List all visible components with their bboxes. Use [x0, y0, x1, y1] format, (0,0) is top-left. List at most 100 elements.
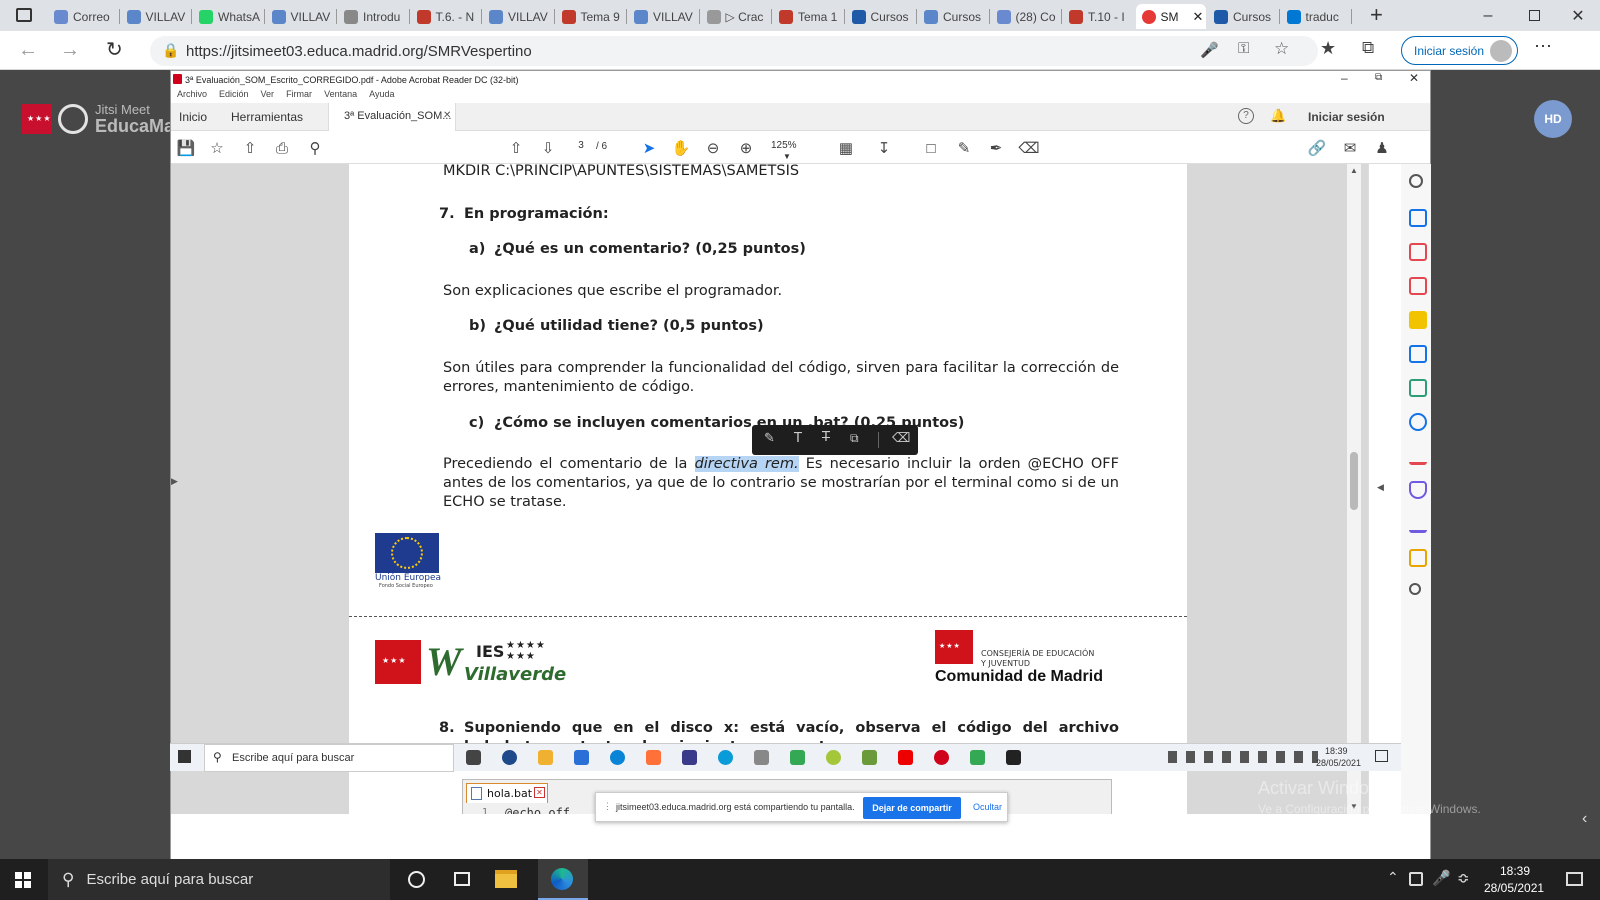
document-viewport[interactable]: ▶ MKDIR C:\PRINCIP\APUNTES\SISTEMAS\SAME… [171, 164, 1368, 814]
acrobat-menu-item[interactable]: Ventana [324, 89, 357, 102]
restore-button[interactable] [1511, 0, 1557, 31]
add-favorite-icon[interactable]: ☆ [1274, 39, 1289, 59]
browser-tab[interactable]: VILLAV [121, 4, 192, 29]
browser-tab[interactable]: ▷ Crac [701, 4, 772, 29]
browser-tab[interactable]: traduc [1281, 4, 1352, 29]
browser-tab[interactable]: Tema 1 [773, 4, 844, 29]
print-icon[interactable]: ⎙ [273, 139, 291, 157]
combine-files-icon[interactable] [1409, 345, 1427, 363]
inner-taskbar-app-icon[interactable] [538, 750, 553, 765]
fill-sign-icon[interactable] [1409, 447, 1427, 465]
tray-device-icon[interactable] [1409, 872, 1423, 886]
inner-taskbar-app-icon[interactable] [934, 750, 949, 765]
next-page-icon[interactable]: ⇩ [539, 139, 557, 157]
acrobat-menu-item[interactable]: Ver [261, 89, 275, 102]
save-icon[interactable]: 💾 [177, 139, 196, 157]
tab-document[interactable]: 3ª Evaluación_SOM... ✕ [328, 103, 456, 131]
inner-taskbar-app-icon[interactable] [682, 750, 697, 765]
tab-close-icon[interactable]: ✕ [1193, 9, 1204, 25]
scroll-thumb[interactable] [1350, 452, 1358, 510]
inner-search-box[interactable]: ⚲ Escribe aquí para buscar [204, 744, 454, 772]
browser-tab[interactable]: VILLAV [266, 4, 337, 29]
browser-tab[interactable]: Tema 9 [556, 4, 627, 29]
tab-tools[interactable]: Herramientas [231, 110, 303, 124]
taskbar-clock-time[interactable]: 18:39 [1500, 864, 1530, 878]
scroll-up-icon[interactable]: ▲ [1350, 166, 1358, 175]
lock-icon[interactable]: 🔒 [162, 42, 179, 59]
edit-pdf-icon[interactable] [1409, 379, 1427, 397]
inner-taskbar-app-icon[interactable] [754, 750, 769, 765]
browser-tab[interactable]: Cursos [918, 4, 989, 29]
text-icon[interactable]: T [794, 431, 802, 446]
send-review-icon[interactable] [1409, 549, 1427, 567]
zoom-out-icon[interactable]: ⊖ [704, 139, 722, 157]
browser-tab[interactable]: Correo [48, 4, 119, 29]
bookmark-star-icon[interactable]: ☆ [208, 139, 226, 157]
more-tools-icon[interactable]: ⌫ [892, 431, 910, 446]
drag-handle-icon[interactable]: ⋮ [603, 801, 612, 812]
prev-page-icon[interactable]: ⇧ [507, 139, 525, 157]
select-cursor-icon[interactable]: ➤ [640, 139, 658, 157]
selected-text[interactable]: directiva rem. [694, 456, 799, 472]
scan-ocr-icon[interactable] [1409, 413, 1427, 431]
mail-icon[interactable]: ✉ [1341, 139, 1359, 157]
browser-tab[interactable]: VILLAV [483, 4, 554, 29]
inner-start-icon[interactable] [178, 750, 191, 763]
acrobat-menu-item[interactable]: Firmar [286, 89, 312, 102]
sign-icon[interactable]: ✒ [987, 139, 1005, 157]
acrobat-signin[interactable]: Iniciar sesión [1308, 110, 1385, 124]
comment-tool-icon[interactable] [1409, 311, 1427, 329]
organize-pages-icon[interactable] [1409, 243, 1427, 261]
help-icon[interactable]: ? [1238, 108, 1254, 124]
acrobat-menu-item[interactable]: Edición [219, 89, 249, 102]
comment-icon[interactable]: □ [922, 139, 940, 157]
zoom-tool-icon[interactable] [1409, 174, 1423, 188]
inner-taskbar-app-icon[interactable] [898, 750, 913, 765]
left-panel-toggle-icon[interactable]: ▶ [171, 476, 178, 487]
filmstrip-toggle-icon[interactable]: ‹ [1582, 810, 1587, 828]
cortana-icon[interactable] [408, 871, 425, 888]
close-window-button[interactable]: ✕ [1555, 0, 1600, 31]
acrobat-menu-item[interactable]: Archivo [177, 89, 207, 102]
vertical-scrollbar[interactable]: ▲ ▼ [1347, 164, 1361, 814]
more-tools-rail-icon[interactable] [1409, 583, 1421, 595]
hand-tool-icon[interactable]: ✋ [672, 139, 691, 157]
search-icon[interactable]: ⚲ [306, 139, 324, 157]
new-tab-button[interactable]: + [1370, 2, 1383, 28]
url-bar[interactable]: 🔒 https://jitsimeet03.educa.madrid.org/S… [150, 36, 1318, 66]
acrobat-close-button[interactable]: ✕ [1409, 71, 1419, 85]
browser-tab[interactable]: T.10 - I [1063, 4, 1134, 29]
zoom-select[interactable]: 125% ▼ [771, 140, 817, 161]
page-display-icon[interactable]: ▦ [837, 139, 855, 157]
reload-icon[interactable]: ↻ [106, 37, 123, 62]
tray-chevron-icon[interactable]: ⌃ [1387, 869, 1399, 886]
page-number-input[interactable]: 3 [570, 140, 592, 156]
inner-taskbar-app-icon[interactable] [718, 750, 733, 765]
acrobat-restore-button[interactable]: ⧉ [1375, 72, 1382, 83]
right-panel-toggle[interactable]: ◀ [1368, 164, 1401, 814]
inner-taskbar-app-icon[interactable] [502, 750, 517, 765]
edge-taskbar-button[interactable] [538, 859, 588, 900]
acrobat-menu-item[interactable]: Ayuda [369, 89, 394, 102]
bell-icon[interactable]: 🔔 [1270, 108, 1286, 124]
add-user-icon[interactable]: ♟ [1373, 139, 1391, 157]
stop-sharing-button[interactable]: Dejar de compartir [863, 797, 961, 819]
inner-taskbar-app-icon[interactable] [970, 750, 985, 765]
action-center-icon[interactable] [1566, 872, 1583, 886]
tab-home[interactable]: Inicio [179, 110, 207, 124]
taskbar-search-box[interactable]: ⚲ Escribe aquí para buscar [48, 859, 390, 900]
browser-tab[interactable]: WhatsA [193, 4, 264, 29]
back-icon[interactable]: ← [18, 39, 38, 62]
inner-taskbar-app-icon[interactable] [610, 750, 625, 765]
browser-tab[interactable]: VILLAV [628, 4, 699, 29]
tab-actions-icon[interactable] [16, 8, 32, 22]
task-view-icon[interactable] [454, 872, 470, 886]
favorites-icon[interactable]: ★ [1320, 38, 1336, 59]
acrobat-minimize-button[interactable]: – [1341, 71, 1348, 85]
strikethrough-icon[interactable]: T [822, 430, 830, 445]
scroll-mode-icon[interactable]: ↧ [875, 139, 893, 157]
protect-icon[interactable] [1409, 481, 1427, 499]
inner-taskbar-app-icon[interactable] [862, 750, 877, 765]
browser-tab[interactable]: SM ✕ [1135, 4, 1206, 29]
signin-button[interactable]: Iniciar sesión [1401, 36, 1518, 65]
